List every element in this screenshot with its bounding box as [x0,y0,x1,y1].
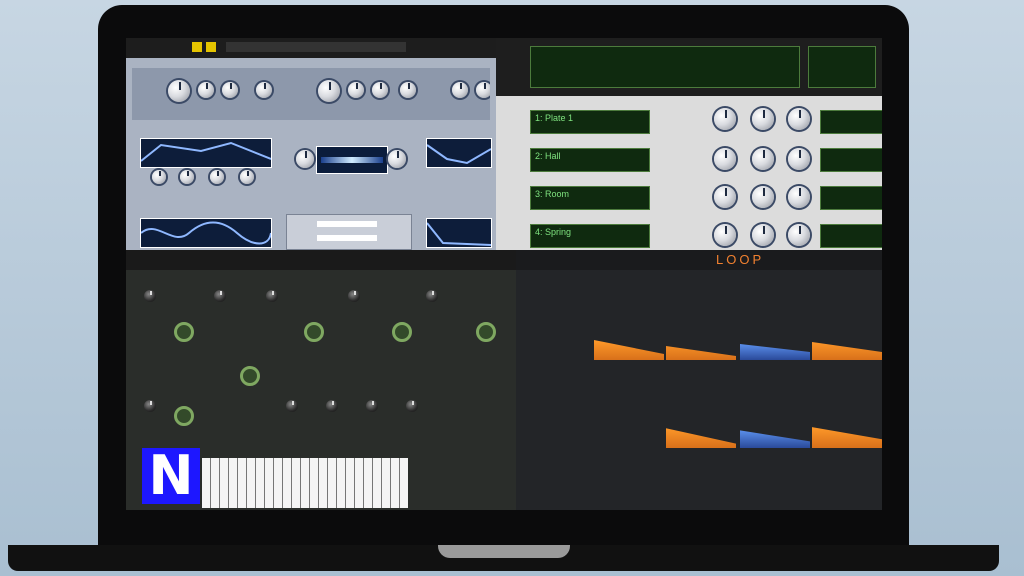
osc-waveform [740,344,810,360]
green-knob[interactable] [174,406,194,426]
osc-waveform [812,342,882,360]
wavetable-title: LOOP [716,252,765,267]
green-knob[interactable] [392,322,412,342]
toolbar-yellow-button[interactable] [206,42,216,52]
mod-display-right [426,218,492,248]
analog-toolbar [126,250,516,270]
fx-slider[interactable] [317,221,377,227]
env-knob[interactable] [180,170,194,184]
reverb-meter [820,224,882,248]
watermark-logo: N [142,448,200,504]
filter-knob[interactable] [388,150,406,168]
synth-toolbar [126,38,496,58]
reverb-knob[interactable] [752,108,774,130]
osc-waveform [666,346,736,360]
env-waveform [666,428,736,448]
osc-knob[interactable] [452,82,468,98]
synth-panel-blue [126,38,496,250]
osc-knob[interactable] [348,82,364,98]
osc-knob[interactable] [400,82,416,98]
reverb-knob[interactable] [788,224,810,246]
osc-row [132,68,490,120]
dark-knob[interactable] [144,290,156,302]
filter-knob[interactable] [296,150,314,168]
laptop-notch [438,545,570,558]
reverb-knob[interactable] [788,186,810,208]
dark-knob[interactable] [266,290,278,302]
mod-curve [427,222,491,246]
reverb-header [496,38,882,96]
reverb-knob[interactable] [788,148,810,170]
reverb-knob[interactable] [752,186,774,208]
dark-knob[interactable] [366,400,378,412]
toolbar-menu[interactable] [226,42,406,52]
reverb-knob[interactable] [714,108,736,130]
reverb-rows: 1: Plate 1 2: Hall 3: Room 4: Spring [496,106,882,250]
wavetable-synth-panel: LOOP [516,250,882,510]
osc-knob[interactable] [318,80,340,102]
reverb-panel: 1: Plate 1 2: Hall 3: Room 4: Spring [496,38,882,250]
reverb-knob[interactable] [788,108,810,130]
toolbar-yellow-button[interactable] [192,42,202,52]
lfo-display-right [426,138,492,168]
green-knob[interactable] [304,322,324,342]
reverb-knob[interactable] [714,186,736,208]
fx-list [286,214,412,250]
reverb-preset-lcd[interactable]: 1: Plate 1 [530,110,650,134]
piano-keyboard[interactable] [202,458,408,508]
laptop-screen: 1: Plate 1 2: Hall 3: Room 4: Spring LOO… [126,38,882,510]
green-knob[interactable] [476,322,496,342]
reverb-preset-lcd[interactable]: 3: Room [530,186,650,210]
reverb-knob[interactable] [714,224,736,246]
osc-waveform [594,340,664,360]
lfo-curve [427,144,491,165]
osc-knob[interactable] [476,82,490,98]
envelope-curve [141,141,271,162]
reverb-preset-lcd[interactable]: 4: Spring [530,224,650,248]
dark-knob[interactable] [286,400,298,412]
reverb-knob[interactable] [752,148,774,170]
green-knob[interactable] [174,322,194,342]
reverb-knob[interactable] [752,224,774,246]
envelope-display [140,138,272,168]
osc-knob[interactable] [198,82,214,98]
dark-knob[interactable] [214,290,226,302]
env-knob[interactable] [240,170,254,184]
filter-glow [321,157,383,163]
reverb-knob[interactable] [714,148,736,170]
lfo-display [140,218,272,248]
osc-knob[interactable] [222,82,238,98]
reverb-meter [820,110,882,134]
osc-knob[interactable] [256,82,272,98]
lfo-wave [141,221,271,245]
env-knob[interactable] [152,170,166,184]
reverb-meter [820,186,882,210]
wavetable-header: LOOP [516,250,882,270]
fx-slider[interactable] [317,235,377,241]
dark-knob[interactable] [144,400,156,412]
dark-knob[interactable] [326,400,338,412]
reverb-meter [820,148,882,172]
reverb-header-readout [808,46,876,88]
dark-knob[interactable] [348,290,360,302]
dark-knob[interactable] [426,290,438,302]
env-waveform [812,427,882,448]
reverb-header-lcd [530,46,800,88]
green-knob[interactable] [240,366,260,386]
env-knob[interactable] [210,170,224,184]
env-waveform [740,430,810,448]
osc-knob[interactable] [372,82,388,98]
dark-knob[interactable] [406,400,418,412]
osc-knob[interactable] [168,80,190,102]
reverb-preset-lcd[interactable]: 2: Hall [530,148,650,172]
filter-display [316,146,388,174]
